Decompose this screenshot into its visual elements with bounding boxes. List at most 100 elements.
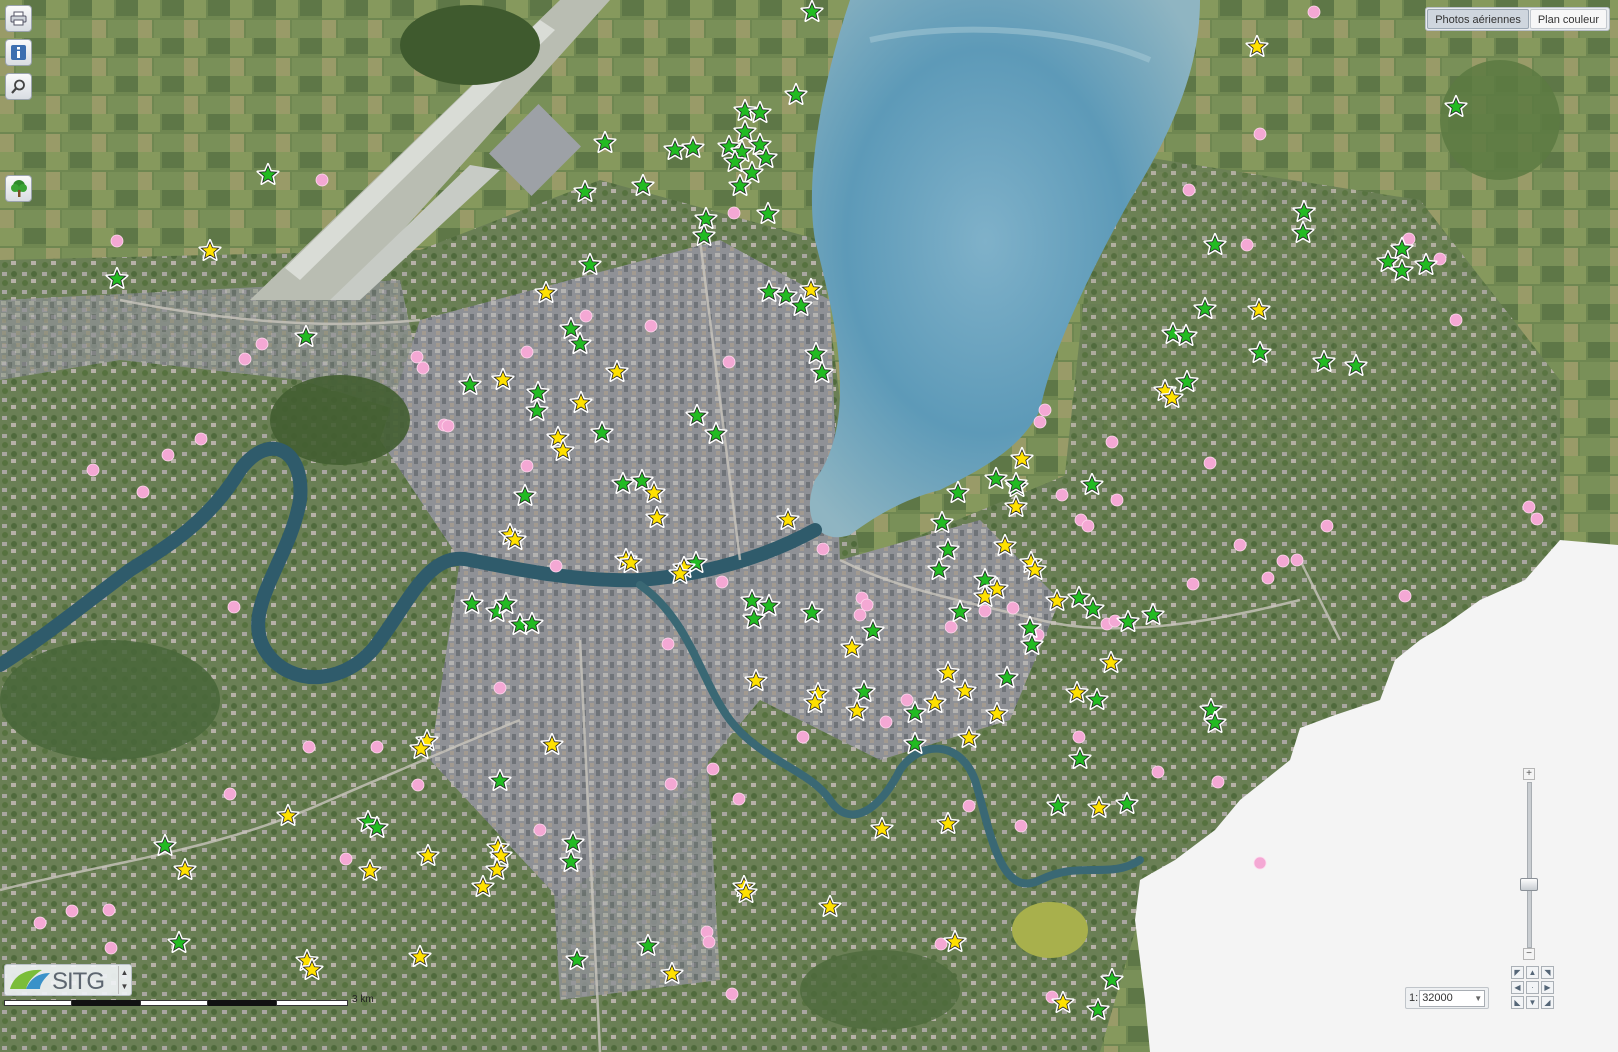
pink-dot-marker[interactable]: [1253, 127, 1267, 141]
pink-dot-marker[interactable]: [339, 852, 353, 866]
pink-dot-marker[interactable]: [1014, 819, 1028, 833]
pink-dot-marker[interactable]: [1081, 519, 1095, 533]
pink-dot-marker[interactable]: [1290, 553, 1304, 567]
pink-dot-marker[interactable]: [879, 715, 893, 729]
pink-dot-marker[interactable]: [441, 419, 455, 433]
pink-dot-marker[interactable]: [944, 620, 958, 634]
pink-dot-marker[interactable]: [302, 740, 316, 754]
pink-dot-marker[interactable]: [1038, 403, 1052, 417]
pink-dot-marker[interactable]: [579, 309, 593, 323]
pan-se-button[interactable]: ◢: [1541, 996, 1554, 1009]
pink-dot-marker[interactable]: [1203, 456, 1217, 470]
pink-dot-marker[interactable]: [1105, 435, 1119, 449]
pink-dot-marker[interactable]: [136, 485, 150, 499]
pink-dot-marker[interactable]: [1006, 601, 1020, 615]
pan-nw-button[interactable]: ◤: [1511, 966, 1524, 979]
pink-dot-marker[interactable]: [722, 355, 736, 369]
pink-dot-marker[interactable]: [1307, 5, 1321, 19]
info-button[interactable]: [5, 39, 32, 66]
pan-center-button[interactable]: ·: [1526, 981, 1539, 994]
pink-dot-marker[interactable]: [1233, 538, 1247, 552]
map-canvas[interactable]: [0, 0, 1618, 1052]
pink-dot-marker[interactable]: [796, 730, 810, 744]
pink-dot-marker[interactable]: [315, 173, 329, 187]
pink-dot-marker[interactable]: [416, 361, 430, 375]
pink-dot-marker[interactable]: [86, 463, 100, 477]
pink-dot-marker[interactable]: [1530, 512, 1544, 526]
pink-dot-marker[interactable]: [816, 542, 830, 556]
pink-dot-marker[interactable]: [664, 777, 678, 791]
search-button[interactable]: [5, 73, 32, 100]
tree-layer-button[interactable]: [5, 175, 32, 202]
pan-north-button[interactable]: ▲: [1526, 966, 1539, 979]
pink-dot-marker[interactable]: [1072, 730, 1086, 744]
pan-west-button[interactable]: ◀: [1511, 981, 1524, 994]
pink-dot-marker[interactable]: [644, 319, 658, 333]
zoom-out-button[interactable]: −: [1523, 948, 1535, 960]
pink-dot-marker[interactable]: [853, 608, 867, 622]
pink-dot-marker[interactable]: [370, 740, 384, 754]
pink-dot-marker[interactable]: [1449, 313, 1463, 327]
pink-dot-marker[interactable]: [1182, 183, 1196, 197]
pink-dot-marker[interactable]: [1033, 415, 1047, 429]
pink-dot-marker[interactable]: [102, 903, 116, 917]
pink-dot-marker[interactable]: [549, 559, 563, 573]
pink-dot-marker[interactable]: [725, 987, 739, 1001]
aerial-imagery[interactable]: [0, 0, 1618, 1052]
pink-dot-marker[interactable]: [1055, 488, 1069, 502]
zoom-slider-handle[interactable]: [1520, 878, 1538, 891]
pink-dot-marker[interactable]: [223, 787, 237, 801]
pink-dot-marker[interactable]: [1276, 554, 1290, 568]
pink-dot-marker[interactable]: [732, 792, 746, 806]
print-button[interactable]: [5, 5, 32, 32]
pink-dot-marker[interactable]: [238, 352, 252, 366]
pink-dot-marker[interactable]: [1522, 500, 1536, 514]
pink-dot-marker[interactable]: [110, 234, 124, 248]
pink-dot-marker[interactable]: [533, 823, 547, 837]
pink-dot-marker[interactable]: [715, 575, 729, 589]
pink-dot-marker[interactable]: [1110, 493, 1124, 507]
pink-dot-marker[interactable]: [1261, 571, 1275, 585]
pink-dot-marker[interactable]: [227, 600, 241, 614]
pink-dot-marker[interactable]: [661, 637, 675, 651]
pink-dot-marker[interactable]: [900, 693, 914, 707]
pink-dot-marker[interactable]: [520, 345, 534, 359]
pan-sw-button[interactable]: ◣: [1511, 996, 1524, 1009]
pink-dot-marker[interactable]: [978, 604, 992, 618]
chevron-up-icon[interactable]: ▲: [119, 966, 130, 980]
logo-spinner[interactable]: ▲ ▼: [118, 966, 130, 994]
pink-dot-marker[interactable]: [410, 350, 424, 364]
pink-dot-marker[interactable]: [194, 432, 208, 446]
magnifier-icon: [11, 79, 25, 94]
pan-east-button[interactable]: ▶: [1541, 981, 1554, 994]
zoom-slider-track[interactable]: [1527, 782, 1532, 948]
pink-dot-marker[interactable]: [1211, 775, 1225, 789]
pink-dot-marker[interactable]: [493, 681, 507, 695]
pink-dot-marker[interactable]: [411, 778, 425, 792]
pink-dot-marker[interactable]: [962, 799, 976, 813]
pink-dot-marker[interactable]: [1151, 765, 1165, 779]
pink-dot-marker[interactable]: [1240, 238, 1254, 252]
pink-dot-marker[interactable]: [706, 762, 720, 776]
zoom-in-button[interactable]: +: [1523, 768, 1535, 780]
pink-dot-marker[interactable]: [104, 941, 118, 955]
pink-dot-marker[interactable]: [1398, 589, 1412, 603]
pink-dot-marker[interactable]: [702, 935, 716, 949]
color-map-button[interactable]: Plan couleur: [1529, 9, 1607, 29]
pan-ne-button[interactable]: ◥: [1541, 966, 1554, 979]
pink-dot-marker[interactable]: [860, 598, 874, 612]
pink-dot-marker[interactable]: [161, 448, 175, 462]
pink-dot-marker[interactable]: [727, 206, 741, 220]
pink-dot-marker[interactable]: [1320, 519, 1334, 533]
scale-select[interactable]: 32000 ▼: [1419, 989, 1486, 1007]
pink-dot-marker[interactable]: [33, 916, 47, 930]
pink-dot-marker[interactable]: [1253, 856, 1267, 870]
pink-dot-marker[interactable]: [65, 904, 79, 918]
pink-dot-marker[interactable]: [520, 459, 534, 473]
pink-dot-marker[interactable]: [255, 337, 269, 351]
aerial-photos-button[interactable]: Photos aériennes: [1427, 9, 1529, 29]
pan-south-button[interactable]: ▼: [1526, 996, 1539, 1009]
chevron-down-icon[interactable]: ▼: [119, 980, 130, 994]
sitg-logo[interactable]: SITG ▲ ▼: [4, 964, 132, 996]
pink-dot-marker[interactable]: [1186, 577, 1200, 591]
